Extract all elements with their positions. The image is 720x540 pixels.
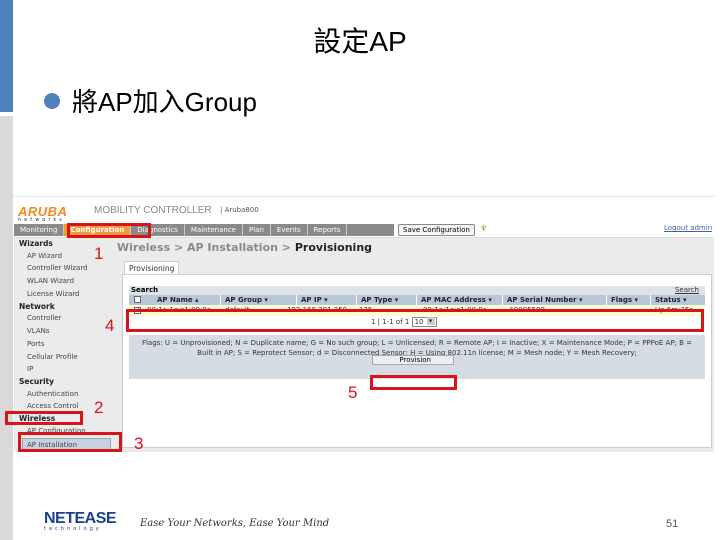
product-title: MOBILITY CONTROLLER xyxy=(94,205,212,216)
aruba-logo: ARUBA networks xyxy=(18,204,67,223)
search-link[interactable]: Search xyxy=(675,286,699,295)
annotation-number-5: 5 xyxy=(348,383,358,402)
flags-legend-line-1: Flags: U = Unprovisioned; N = Duplicate … xyxy=(141,339,693,347)
annotation-box-configuration xyxy=(67,223,151,238)
breadcrumb-separator: > xyxy=(170,241,188,254)
select-all-checkbox[interactable] xyxy=(134,296,141,303)
breadcrumb: Wireless > AP Installation > Provisionin… xyxy=(117,241,372,254)
search-label: Search xyxy=(131,286,159,294)
sidebar-item-ports[interactable]: Ports xyxy=(14,338,114,351)
annotation-box-provision xyxy=(370,375,457,390)
table-header: AP Name ▴ AP Group ▾ AP IP ▾ AP Type ▾ A… xyxy=(129,295,705,305)
col-ap-type[interactable]: AP Type ▾ xyxy=(357,295,417,305)
annotation-number-1: 1 xyxy=(94,244,104,263)
tab-provisioning[interactable]: Provisioning xyxy=(124,261,180,275)
help-icon[interactable]: ♆ xyxy=(480,224,487,233)
nav-reports[interactable]: Reports xyxy=(308,224,348,236)
netease-logo: NETEASE technology xyxy=(44,510,117,532)
col-ap-ip[interactable]: AP IP ▾ xyxy=(297,295,357,305)
breadcrumb-separator: > xyxy=(277,241,295,254)
sidebar-item-vlans[interactable]: VLANs xyxy=(14,325,114,338)
nav-monitoring[interactable]: Monitoring xyxy=(14,224,65,236)
slide-bullet: 將AP加入Group xyxy=(44,82,257,119)
sidebar-item-controller[interactable]: Controller xyxy=(14,312,114,325)
sidebar-item-ip[interactable]: IP xyxy=(14,363,114,376)
annotation-number-2: 2 xyxy=(94,398,104,417)
col-ap-group[interactable]: AP Group ▾ xyxy=(221,295,297,305)
provisioning-panel: Search Search AP Name ▴ AP Group ▾ AP IP… xyxy=(122,274,712,448)
col-ap-name[interactable]: AP Name ▴ xyxy=(153,295,221,305)
annotation-box-row xyxy=(126,309,704,332)
logo-subtext: networks xyxy=(18,217,65,223)
host-name: | Aruba800 xyxy=(220,206,259,214)
sidebar-group-security: Security xyxy=(19,377,55,387)
sidebar-item-controller-wizard[interactable]: Controller Wizard xyxy=(14,262,114,275)
bullet-text: 將AP加入Group xyxy=(72,87,257,117)
save-configuration-button[interactable]: Save Configuration xyxy=(398,224,475,236)
col-flags[interactable]: Flags ▾ xyxy=(607,295,651,305)
slide-side-bar xyxy=(0,116,13,540)
sidebar-item-cellular-profile[interactable]: Cellular Profile xyxy=(14,351,114,364)
sidebar-group-network: Network xyxy=(19,301,55,311)
col-ap-mac[interactable]: AP MAC Address ▾ xyxy=(417,295,503,305)
nav-plan[interactable]: Plan xyxy=(243,224,271,236)
logout-link[interactable]: Logout admin xyxy=(664,224,712,232)
nav-maintenance[interactable]: Maintenance xyxy=(185,224,243,236)
breadcrumb-wireless[interactable]: Wireless xyxy=(117,241,170,254)
slide-title: 設定AP xyxy=(313,26,407,57)
annotation-box-wireless xyxy=(5,411,83,425)
bullet-dot-icon xyxy=(44,92,60,109)
col-status[interactable]: Status ▾ xyxy=(651,295,705,305)
divider xyxy=(14,196,714,197)
page-number: 51 xyxy=(666,518,679,530)
breadcrumb-current: Provisioning xyxy=(294,241,373,254)
col-ap-serial[interactable]: AP Serial Number ▾ xyxy=(503,295,607,305)
annotation-box-ap-installation xyxy=(18,432,122,452)
footer-slogan: Ease Your Networks, Ease Your Mind xyxy=(140,518,330,529)
provision-button[interactable]: Provision xyxy=(372,355,454,365)
sidebar-item-license-wizard[interactable]: License Wizard xyxy=(14,288,114,301)
annotation-number-3: 3 xyxy=(134,434,144,453)
sidebar-item-wlan-wizard[interactable]: WLAN Wizard xyxy=(14,275,114,288)
main-content: Wireless > AP Installation > Provisionin… xyxy=(114,238,714,452)
annotation-number-4: 4 xyxy=(105,316,115,335)
nav-events[interactable]: Events xyxy=(271,224,308,236)
search-bar: Search Search xyxy=(129,286,705,295)
breadcrumb-ap-installation[interactable]: AP Installation xyxy=(187,241,278,254)
